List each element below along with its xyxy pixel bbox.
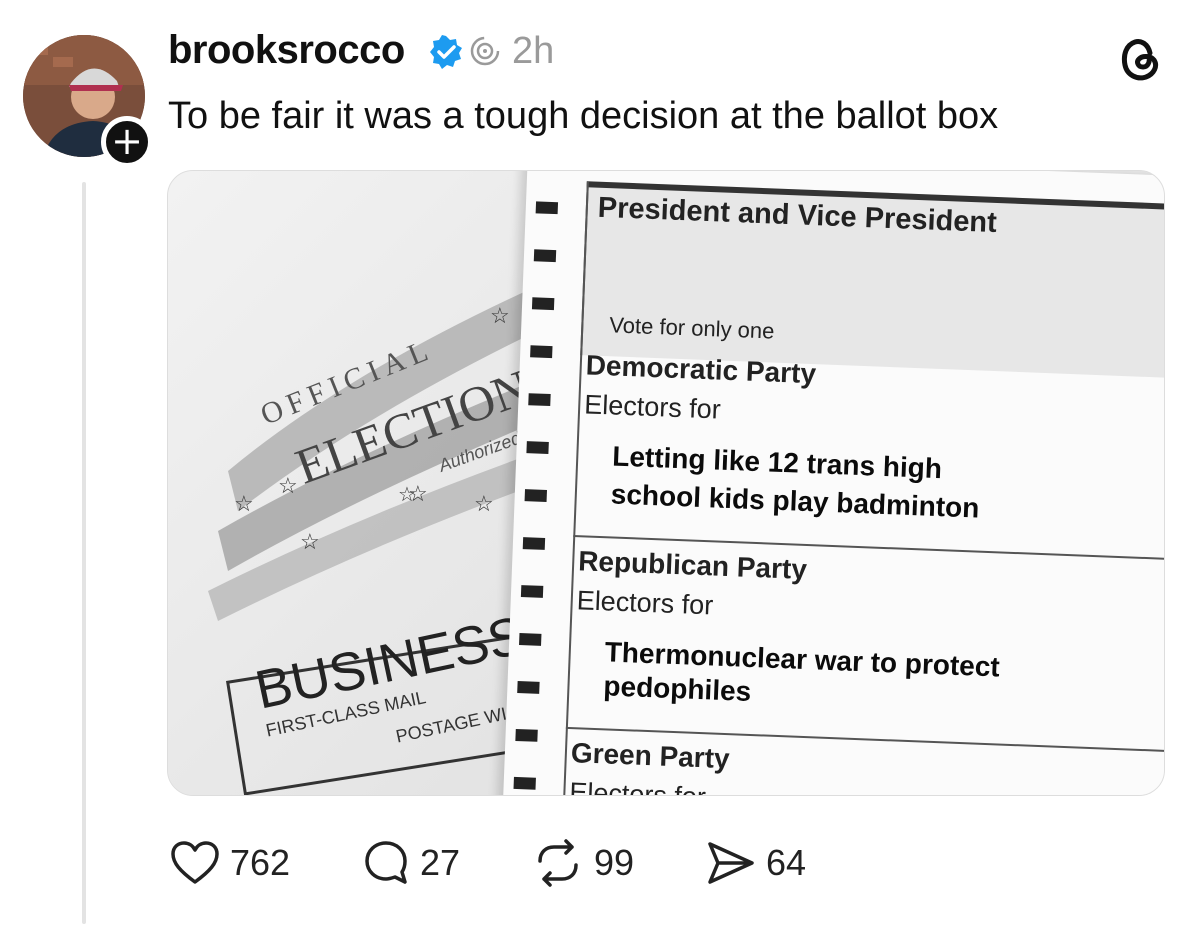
username[interactable]: brooksrocco	[168, 28, 405, 73]
svg-text:☆: ☆	[278, 473, 298, 498]
share-button[interactable]: 64	[706, 838, 806, 888]
post-text: To be fair it was a tough decision at th…	[168, 95, 999, 137]
activity-icon	[470, 36, 500, 66]
like-button[interactable]: 762	[170, 838, 290, 888]
repost-count: 99	[594, 842, 635, 883]
choice-republican-line2: pedophiles	[602, 670, 752, 707]
reply-count: 27	[420, 842, 461, 883]
reply-button[interactable]: 27	[362, 838, 460, 888]
choice-democratic-line2: school kids play badminton	[610, 478, 980, 524]
thread-line	[82, 182, 86, 924]
electors-democratic: Electors for	[583, 389, 722, 425]
ballot: President and Vice President Vote for on…	[501, 171, 1164, 796]
electors-republican: Electors for	[576, 585, 714, 621]
svg-text:☆: ☆	[490, 303, 510, 328]
svg-text:☆: ☆	[234, 491, 254, 516]
svg-text:☆: ☆	[398, 484, 416, 506]
party-republican: Republican Party	[577, 545, 808, 586]
svg-text:☆: ☆	[474, 491, 494, 516]
like-count: 762	[230, 842, 291, 883]
svg-text:☆: ☆	[300, 529, 320, 554]
electors-green: Electors for	[568, 777, 707, 796]
repost-icon	[538, 839, 578, 887]
post-image[interactable]: ☆ ☆ ☆ ☆ ☆ ☆ ☆ OFFICIAL ELECTION Authoriz…	[167, 170, 1165, 796]
heart-icon	[171, 841, 219, 884]
timestamp: 2h	[512, 30, 555, 72]
follow-plus-button[interactable]: +	[101, 116, 153, 168]
repost-button[interactable]: 99	[532, 838, 634, 888]
party-green: Green Party	[570, 737, 731, 775]
choice-democratic-line1: Letting like 12 trans high	[611, 440, 943, 485]
send-icon	[708, 842, 754, 884]
comment-icon	[365, 841, 407, 884]
verified-badge-icon	[430, 35, 462, 69]
share-count: 64	[766, 842, 807, 883]
threads-logo-icon[interactable]	[1117, 35, 1165, 83]
